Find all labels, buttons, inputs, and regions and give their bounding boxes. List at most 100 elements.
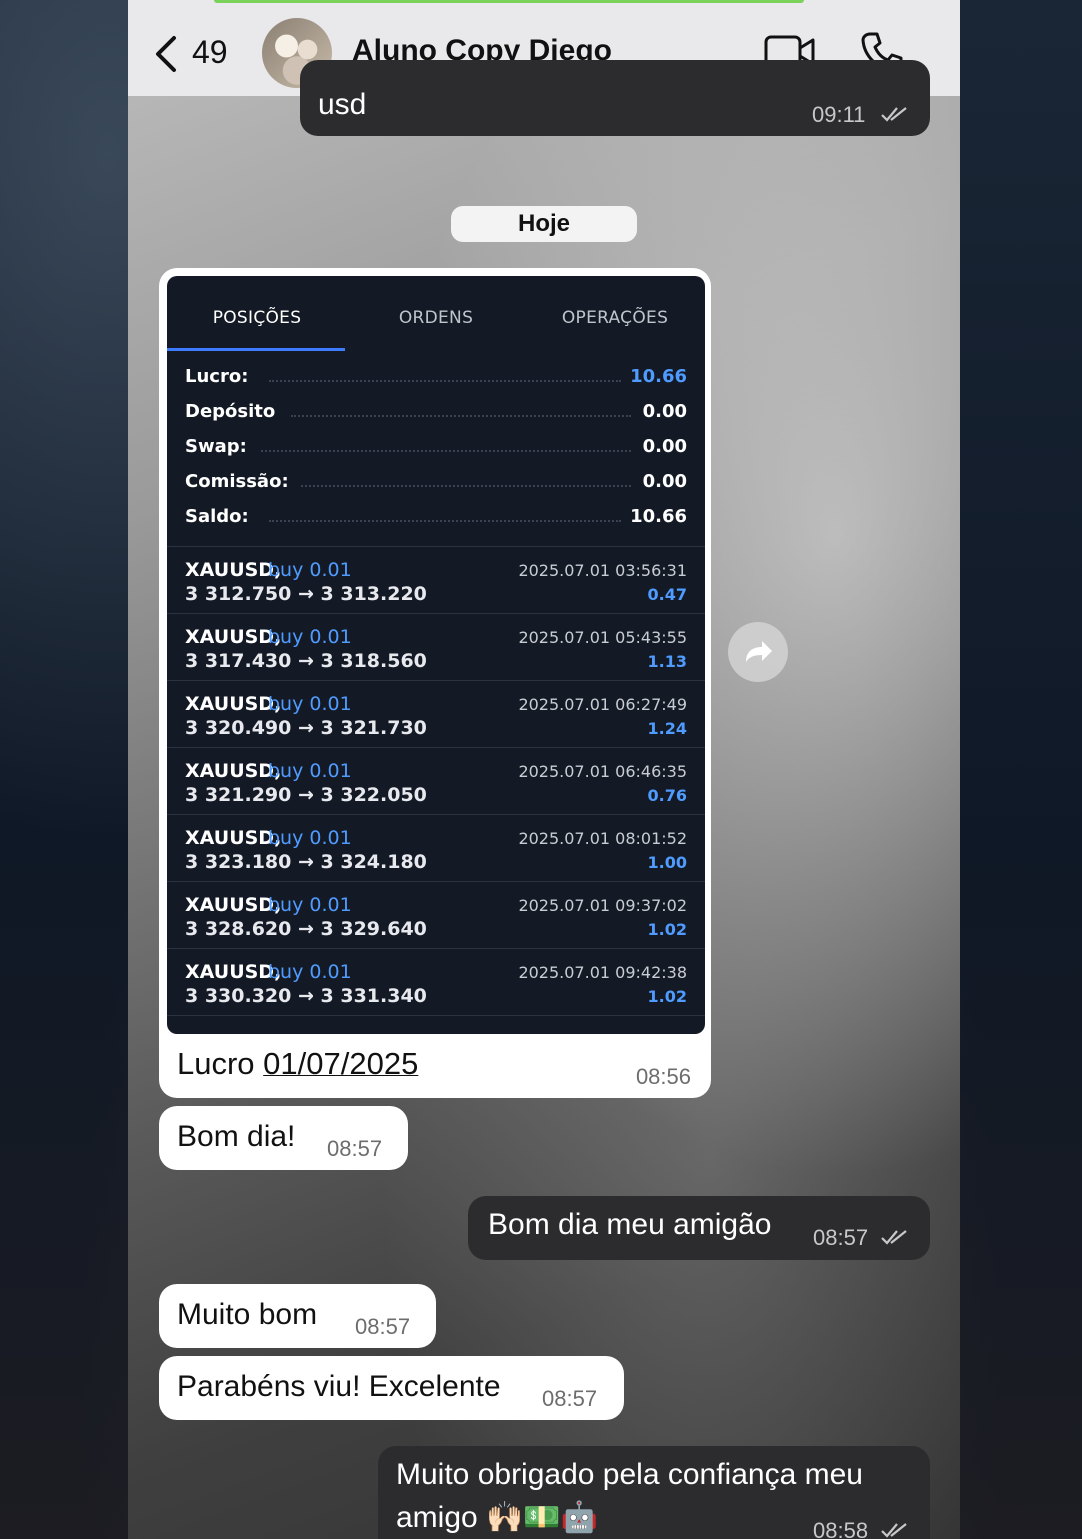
unread-count[interactable]: 49 <box>192 34 228 71</box>
summary-value: 0.00 <box>642 401 687 422</box>
trade-symbol: XAUUSD, <box>185 961 282 983</box>
trade-row[interactable]: XAUUSD, buy 0.01 3 328.620 → 3 329.640 2… <box>167 881 705 949</box>
message-incoming[interactable]: Parabéns viu! Excelente 08:57 <box>159 1356 624 1420</box>
chat-screen: 49 Aluno Copy Diego usd 09:11 Hoje POSIÇ… <box>128 0 960 1539</box>
caption-date-link[interactable]: 01/07/2025 <box>263 1046 418 1081</box>
trade-prices: 3 330.320 → 3 331.340 <box>185 985 427 1007</box>
summary-row-swap: Swap: 0.00 <box>185 436 687 462</box>
trade-side: buy 0.01 <box>268 894 352 916</box>
trade-prices: 3 312.750 → 3 313.220 <box>185 583 427 605</box>
active-tab-indicator <box>167 348 345 351</box>
trade-prices: 3 323.180 → 3 324.180 <box>185 851 427 873</box>
trade-prices: 3 317.430 → 3 318.560 <box>185 650 427 672</box>
summary-label: Swap: <box>185 436 247 457</box>
trade-row[interactable]: XAUUSD, buy 0.01 3 312.750 → 3 313.220 2… <box>167 546 705 614</box>
read-ticks-icon <box>881 107 907 122</box>
message-time: 08:57 <box>813 1225 869 1250</box>
summary-value: 10.66 <box>630 366 687 387</box>
read-ticks-icon <box>881 1230 907 1245</box>
message-incoming[interactable]: Bom dia! 08:57 <box>159 1106 408 1170</box>
trade-profit: 1.24 <box>647 719 687 738</box>
message-time: 08:56 <box>635 1064 691 1089</box>
trade-symbol: XAUUSD, <box>185 760 282 782</box>
dotted-leader <box>301 485 631 487</box>
summary-value: 0.00 <box>642 471 687 492</box>
tab-positions: POSIÇÕES <box>212 308 302 328</box>
trade-symbol: XAUUSD, <box>185 894 282 916</box>
message-text: Muito bom <box>177 1298 318 1331</box>
dotted-leader <box>291 415 631 417</box>
message-text: Bom dia meu amigão <box>488 1208 772 1241</box>
caption-prefix: Lucro <box>177 1046 264 1081</box>
trading-screenshot[interactable]: POSIÇÕES ORDENS OPERAÇÕES Lucro: 10.66 D… <box>167 276 705 1034</box>
trade-symbol: XAUUSD, <box>185 827 282 849</box>
summary-row-profit: Lucro: 10.66 <box>185 366 687 392</box>
trade-side: buy 0.01 <box>268 760 352 782</box>
dotted-leader <box>269 520 621 522</box>
summary-value: 10.66 <box>630 506 687 527</box>
forward-share-icon[interactable] <box>728 622 788 682</box>
trade-profit: 1.02 <box>647 920 687 939</box>
message-text: Bom dia! <box>177 1120 296 1153</box>
summary-label: Depósito <box>185 401 276 422</box>
trade-profit: 1.00 <box>647 853 687 872</box>
trade-profit: 0.76 <box>647 786 687 805</box>
summary-label: Saldo: <box>185 506 249 527</box>
summary-row-balance: Saldo: 10.66 <box>185 506 687 532</box>
trade-profit: 0.47 <box>647 585 687 604</box>
trade-symbol: XAUUSD, <box>185 693 282 715</box>
trade-side: buy 0.01 <box>268 559 352 581</box>
message-time: 08:57 <box>327 1136 383 1161</box>
message-text-line-1: Muito obrigado pela confiança meu <box>396 1458 863 1491</box>
trade-prices: 3 321.290 → 3 322.050 <box>185 784 427 806</box>
trade-row[interactable]: XAUUSD, buy 0.01 3 330.320 → 3 331.340 2… <box>167 948 705 1016</box>
tab-operations: OPERAÇÕES <box>561 308 669 328</box>
message-time: 08:57 <box>355 1314 411 1339</box>
trade-datetime: 2025.07.01 06:27:49 <box>518 695 687 714</box>
image-caption: Lucro 01/07/2025 <box>177 1046 418 1082</box>
message-text-line-2: amigo 🙌🏻💵🤖 <box>396 1501 599 1534</box>
trade-row[interactable]: XAUUSD, buy 0.01 3 323.180 → 3 324.180 2… <box>167 814 705 882</box>
trade-side: buy 0.01 <box>268 827 352 849</box>
trade-datetime: 2025.07.01 08:01:52 <box>518 829 687 848</box>
message-time: 08:57 <box>542 1386 598 1411</box>
summary-value: 0.00 <box>642 436 687 457</box>
trade-symbol: XAUUSD, <box>185 626 282 648</box>
trade-profit: 1.13 <box>647 652 687 671</box>
trade-row[interactable]: XAUUSD, buy 0.01 3 321.290 → 3 322.050 2… <box>167 747 705 815</box>
trade-side: buy 0.01 <box>268 961 352 983</box>
trade-datetime: 2025.07.01 09:37:02 <box>518 896 687 915</box>
summary-label: Lucro: <box>185 366 249 387</box>
message-incoming[interactable]: Muito bom 08:57 <box>159 1284 436 1348</box>
trade-prices: 3 320.490 → 3 321.730 <box>185 717 427 739</box>
trade-prices: 3 328.620 → 3 329.640 <box>185 918 427 940</box>
message-outgoing[interactable]: usd 09:11 <box>300 60 930 136</box>
trade-row[interactable]: XAUUSD, buy 0.01 3 320.490 → 3 321.730 2… <box>167 680 705 748</box>
dotted-leader <box>269 380 621 382</box>
trade-side: buy 0.01 <box>268 626 352 648</box>
trade-row-partial <box>167 1015 705 1034</box>
back-chevron-icon[interactable] <box>150 34 186 74</box>
top-accent-bar <box>214 0 804 3</box>
message-time: 09:11 <box>812 102 866 127</box>
trade-profit: 1.02 <box>647 987 687 1006</box>
message-outgoing[interactable]: Muito obrigado pela confiança meu amigo … <box>378 1446 930 1539</box>
image-message[interactable]: POSIÇÕES ORDENS OPERAÇÕES Lucro: 10.66 D… <box>159 268 711 1098</box>
message-text: usd <box>318 88 367 121</box>
trade-datetime: 2025.07.01 05:43:55 <box>518 628 687 647</box>
read-ticks-icon <box>881 1523 907 1538</box>
message-outgoing[interactable]: Bom dia meu amigão 08:57 <box>468 1196 930 1260</box>
trade-datetime: 2025.07.01 09:42:38 <box>518 963 687 982</box>
trade-datetime: 2025.07.01 06:46:35 <box>518 762 687 781</box>
summary-row-commission: Comissão: 0.00 <box>185 471 687 497</box>
tab-orders: ORDENS <box>398 308 474 328</box>
trade-datetime: 2025.07.01 03:56:31 <box>518 561 687 580</box>
dotted-leader <box>261 450 631 452</box>
trade-side: buy 0.01 <box>268 693 352 715</box>
trade-row[interactable]: XAUUSD, buy 0.01 3 317.430 → 3 318.560 2… <box>167 613 705 681</box>
summary-label: Comissão: <box>185 471 289 492</box>
summary-row-deposit: Depósito 0.00 <box>185 401 687 427</box>
trade-symbol: XAUUSD, <box>185 559 282 581</box>
message-text: Parabéns viu! Excelente <box>177 1370 501 1403</box>
date-separator: Hoje <box>451 206 637 242</box>
